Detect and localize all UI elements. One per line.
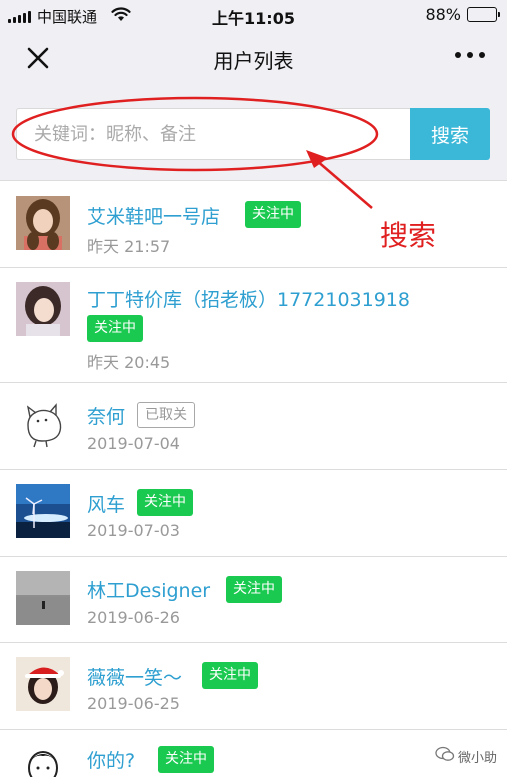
avatar	[16, 282, 70, 336]
user-name[interactable]: 林工Designer	[87, 576, 210, 603]
page-title: 用户列表	[213, 49, 294, 73]
user-time: 2019-06-26	[87, 608, 180, 627]
status-bar: 中国联通 上午11:05 88%	[0, 0, 507, 30]
more-dots-icon[interactable]	[455, 52, 485, 58]
avatar	[16, 196, 70, 250]
status-right: 88%	[425, 5, 500, 24]
user-time: 昨天 20:45	[87, 353, 171, 372]
status-badge: 关注中	[158, 746, 214, 773]
status-badge: 关注中	[137, 489, 193, 516]
user-time: 2019-07-04	[87, 434, 180, 453]
status-badge: 关注中	[226, 576, 282, 603]
avatar	[16, 397, 70, 451]
avatar	[16, 571, 70, 625]
search-area: 搜索	[0, 84, 507, 181]
wechat-official-icon	[435, 746, 455, 766]
status-badge: 关注中	[245, 201, 301, 228]
user-name[interactable]: 丁丁特价库（招老板）17721031918	[87, 285, 410, 312]
list-item[interactable]: 薇薇一笑～ 关注中 2019-06-25	[0, 643, 507, 730]
list-item[interactable]: 你的? 关注中	[0, 730, 507, 777]
status-badge: 关注中	[202, 662, 258, 689]
list-item[interactable]: 丁丁特价库（招老板）17721031918 关注中 昨天 20:45	[0, 268, 507, 383]
watermark: 微小助	[435, 746, 497, 766]
battery-icon	[467, 7, 500, 22]
user-time: 2019-07-03	[87, 521, 180, 540]
search-button[interactable]: 搜索	[410, 108, 490, 160]
user-time: 昨天 21:57	[87, 237, 171, 256]
user-name[interactable]: 艾米鞋吧一号店	[87, 202, 220, 229]
annotation-label: 搜索	[380, 219, 437, 252]
battery-percent: 88%	[425, 5, 461, 24]
status-badge: 关注中	[87, 315, 143, 342]
nav-bar: 用户列表	[0, 30, 507, 84]
avatar	[16, 742, 70, 777]
user-name[interactable]: 你的?	[87, 746, 135, 773]
watermark-text: 微小助	[458, 750, 498, 766]
list-item[interactable]: 风车 关注中 2019-07-03	[0, 470, 507, 557]
avatar	[16, 484, 70, 538]
avatar	[16, 657, 70, 711]
list-item[interactable]: 林工Designer 关注中 2019-06-26	[0, 557, 507, 643]
user-name[interactable]: 薇薇一笑～	[87, 663, 182, 690]
search-input[interactable]	[16, 108, 410, 160]
list-item[interactable]: 奈何 已取关 2019-07-04	[0, 383, 507, 470]
user-name[interactable]: 奈何	[87, 402, 125, 429]
user-time: 2019-06-25	[87, 694, 180, 713]
status-badge: 已取关	[137, 402, 195, 428]
user-name[interactable]: 风车	[87, 490, 125, 517]
